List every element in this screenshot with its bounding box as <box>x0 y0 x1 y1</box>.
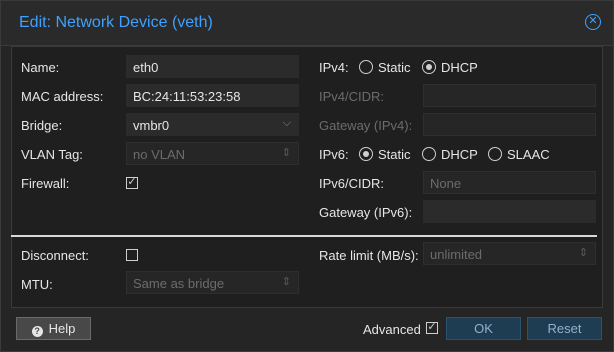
ipv6-slaac-radio[interactable] <box>488 147 502 161</box>
mac-address-field[interactable]: BC:24:11:53:23:58 <box>126 84 299 107</box>
advanced-divider <box>11 235 597 237</box>
edit-network-device-dialog: Edit: Network Device (veth) ✕ Name: eth0… <box>0 0 614 352</box>
spinner-icon[interactable]: ⇕ <box>282 146 291 159</box>
reset-button[interactable]: Reset <box>527 317 602 340</box>
ipv6-slaac-label: SLAAC <box>507 147 550 162</box>
vlan-tag-field[interactable]: no VLAN ⇕ <box>126 142 299 165</box>
name-value: eth0 <box>133 60 159 75</box>
spinner-icon[interactable]: ⇕ <box>579 246 588 259</box>
ipv6-cidr-field[interactable]: None <box>423 171 596 194</box>
dialog-title: Edit: Network Device (veth) <box>19 14 213 31</box>
advanced-checkbox[interactable]: ✓ <box>426 322 438 334</box>
ipv4-static-label: Static <box>378 60 411 75</box>
help-label: Help <box>48 321 76 336</box>
help-button[interactable]: ? Help <box>16 317 91 340</box>
ipv6-label: IPv6: <box>319 147 349 162</box>
ipv6-dhcp-label: DHCP <box>441 147 478 162</box>
advanced-label: Advanced <box>363 322 421 337</box>
gateway-ipv6-label: Gateway (IPv6): <box>319 205 413 220</box>
ipv6-dhcp-radio[interactable] <box>422 147 436 161</box>
rate-limit-label: Rate limit (MB/s): <box>319 248 419 263</box>
disconnect-checkbox[interactable] <box>126 249 138 261</box>
gateway-ipv6-field[interactable] <box>423 200 596 223</box>
ipv4-label: IPv4: <box>319 60 349 75</box>
mtu-field[interactable]: Same as bridge ⇕ <box>126 271 299 294</box>
mtu-placeholder: Same as bridge <box>133 276 225 291</box>
disconnect-label: Disconnect: <box>21 248 89 263</box>
ipv4-static-radio[interactable] <box>359 60 373 74</box>
ipv4-dhcp-label: DHCP <box>441 60 478 75</box>
bridge-label: Bridge: <box>21 118 63 133</box>
mtu-label: MTU: <box>21 277 53 292</box>
chevron-down-icon[interactable]: ⌵ <box>283 117 291 130</box>
vlan-tag-placeholder: no VLAN <box>133 147 186 162</box>
name-field[interactable]: eth0 <box>126 55 299 78</box>
ipv6-cidr-placeholder: None <box>430 176 462 191</box>
title-bar[interactable]: Edit: Network Device (veth) ✕ <box>1 1 613 46</box>
ipv4-cidr-label: IPv4/CIDR: <box>319 89 385 104</box>
mac-address-label: MAC address: <box>21 89 104 104</box>
rate-limit-placeholder: unlimited <box>430 247 483 262</box>
ipv6-static-radio[interactable] <box>359 147 373 161</box>
gateway-ipv4-field[interactable] <box>423 113 596 136</box>
ipv6-static-label: Static <box>378 147 411 162</box>
bridge-select[interactable]: vmbr0 ⌵ <box>126 113 299 136</box>
gateway-ipv4-label: Gateway (IPv4): <box>319 118 413 133</box>
ipv4-cidr-field[interactable] <box>423 84 596 107</box>
spinner-icon[interactable]: ⇕ <box>282 275 291 288</box>
ok-button[interactable]: OK <box>446 317 521 340</box>
vlan-tag-label: VLAN Tag: <box>21 147 83 162</box>
name-label: Name: <box>21 60 60 75</box>
ipv4-dhcp-radio[interactable] <box>422 60 436 74</box>
ipv6-cidr-label: IPv6/CIDR: <box>319 176 385 191</box>
question-icon: ? <box>31 326 43 337</box>
mac-address-value: BC:24:11:53:23:58 <box>133 89 241 104</box>
firewall-label: Firewall: <box>21 176 70 191</box>
rate-limit-field[interactable]: unlimited ⇕ <box>423 242 596 265</box>
firewall-checkbox[interactable]: ✓ <box>126 177 138 189</box>
bridge-value: vmbr0 <box>133 118 170 133</box>
close-icon[interactable]: ✕ <box>585 14 601 30</box>
